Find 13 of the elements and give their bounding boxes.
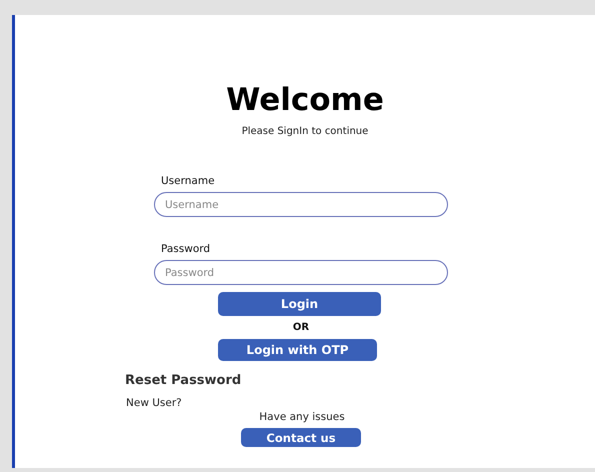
login-button[interactable]: Login (218, 292, 381, 316)
or-separator: OR (292, 322, 310, 333)
input-field[interactable]: Username (154, 192, 448, 217)
subtitle: Please SignIn to continue (242, 126, 368, 137)
welcome-title: Welcome (226, 82, 384, 118)
issues-text: Have any issues (259, 411, 345, 423)
field-label: Username (161, 175, 215, 187)
contact-button[interactable]: Contact us (241, 428, 361, 447)
reset-password-link[interactable]: Reset Password (125, 373, 242, 388)
new-user-link[interactable]: New User? (126, 397, 242, 409)
field-label: Password (161, 243, 210, 255)
input-field[interactable]: Password (154, 260, 448, 285)
otp-login-button[interactable]: Login with OTP (218, 339, 377, 361)
